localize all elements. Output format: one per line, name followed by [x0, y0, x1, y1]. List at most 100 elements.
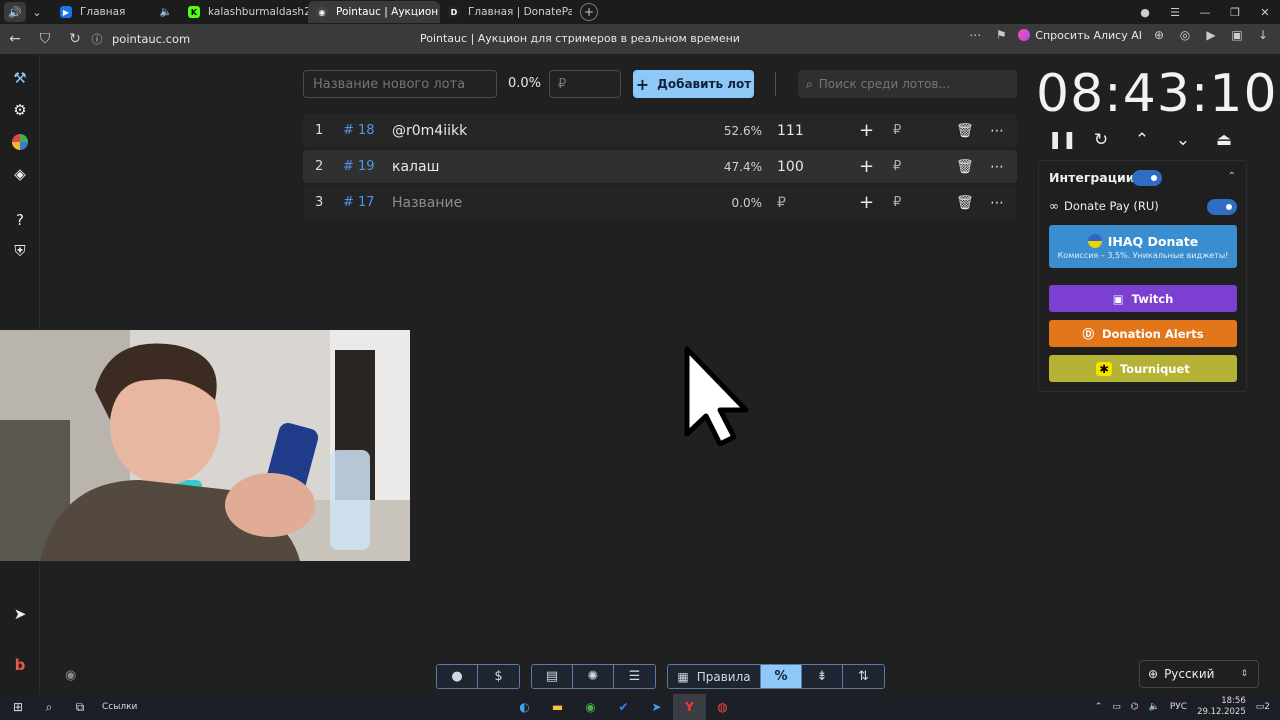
shield-icon[interactable]: ⛉ [30, 31, 60, 47]
links-toolbar[interactable]: Ссылки [98, 694, 137, 720]
reset-icon[interactable]: ↻ [1089, 130, 1113, 150]
donate-pay-toggle[interactable] [1207, 199, 1237, 215]
obs-icon[interactable]: ◍ [706, 694, 739, 720]
sort-icon[interactable]: ⇅ [843, 665, 884, 688]
media-icon[interactable]: ▶ [1202, 28, 1220, 42]
network-icon[interactable]: ⌬ [1131, 702, 1139, 712]
ask-alice-button[interactable]: Спросить Алису AI [1018, 29, 1142, 42]
subtract-time-chevron-down-icon[interactable]: ⌄ [1171, 130, 1195, 150]
boosty-icon[interactable]: b [10, 655, 30, 675]
new-lot-name-input[interactable] [303, 70, 497, 98]
restore-icon[interactable]: ❐ [1220, 6, 1250, 19]
bookmark-icon[interactable]: ⚑ [992, 28, 1010, 42]
layers-icon[interactable]: ◈ [10, 164, 30, 184]
bell-icon[interactable]: ☰ [1160, 6, 1190, 19]
add-amount-plus-icon[interactable]: + [859, 120, 874, 141]
url-text[interactable]: pointauc.com [112, 32, 190, 46]
collections-icon[interactable]: ▣ [1228, 28, 1246, 42]
tray-chevron-icon[interactable]: ⌃ [1095, 702, 1103, 712]
more-options-icon[interactable]: ⋯ [990, 159, 1004, 175]
add-lot-button[interactable]: + Добавить лот [633, 70, 754, 98]
profile-avatar-icon[interactable]: ● [1130, 6, 1160, 19]
pause-icon[interactable]: ❚❚ [1048, 130, 1077, 150]
todo-icon[interactable]: ✔ [607, 694, 640, 720]
tray-app-icon[interactable]: ▭ [1112, 702, 1121, 712]
lot-amount[interactable]: ₽ [777, 195, 786, 211]
file-explorer-icon[interactable]: ▬ [541, 694, 574, 720]
rules-button[interactable]: ▦ Правила [668, 665, 761, 688]
compact-view-icon[interactable]: ⇟ [802, 665, 843, 688]
edge-icon[interactable]: ◐ [508, 694, 541, 720]
add-amount-plus-icon[interactable]: + [859, 192, 874, 213]
ruble-input-icon[interactable]: ₽ [893, 123, 901, 138]
close-window-icon[interactable]: ✕ [1250, 6, 1280, 19]
integrations-toggle[interactable] [1132, 170, 1162, 186]
globe-extension-icon[interactable]: ⊕ [1150, 28, 1168, 42]
more-options-icon[interactable]: ⋯ [990, 123, 1004, 139]
ihaq-donate-button[interactable]: IHAQ Donate Комиссия – 3,5%. Уникальные … [1049, 225, 1237, 268]
donation-alerts-button[interactable]: Ⓓ Donation Alerts [1049, 320, 1237, 347]
ruble-input-icon[interactable]: ₽ [893, 159, 901, 174]
extension-icon[interactable]: ◎ [1176, 28, 1194, 42]
lot-id[interactable]: # 17 [343, 195, 375, 210]
lot-id[interactable]: # 19 [343, 159, 375, 174]
lot-id[interactable]: # 18 [343, 123, 375, 138]
tab-pointauc[interactable]: ◉ Pointauc | Аукцион для ✕ [308, 1, 440, 23]
wheel-icon[interactable] [10, 132, 30, 152]
back-icon[interactable]: ← [0, 31, 30, 47]
settings-gear-icon[interactable]: ⚙ [10, 100, 30, 120]
minimize-icon[interactable]: — [1190, 6, 1220, 19]
reload-icon[interactable]: ↻ [60, 31, 90, 47]
downloads-icon[interactable]: ↓ [1254, 28, 1272, 42]
clear-list-icon[interactable]: ☰ [614, 665, 655, 688]
search-input[interactable] [818, 77, 999, 91]
trash-icon[interactable]: 🗑 [956, 159, 974, 175]
windows-start-icon[interactable]: ⊞ [0, 694, 36, 720]
donate-dollar-icon[interactable]: $ [478, 665, 519, 688]
github-icon[interactable]: ● [437, 665, 478, 688]
volume-icon[interactable]: 🔈 [1149, 702, 1160, 712]
taskbar-search-icon[interactable]: ⌕ [36, 694, 62, 720]
yandex-browser-icon[interactable]: Y [673, 694, 706, 720]
add-amount-plus-icon[interactable]: + [859, 156, 874, 177]
ruble-input-icon[interactable]: ₽ [893, 195, 901, 210]
language-select[interactable]: ⊕ Русский ⇕ [1139, 660, 1259, 688]
task-view-icon[interactable]: ⧉ [62, 694, 98, 720]
add-time-chevron-up-icon[interactable]: ⌃ [1130, 130, 1154, 150]
twitch-button[interactable]: ▣ Twitch [1049, 285, 1237, 312]
tourniquet-button[interactable]: ✱ Tourniquet [1049, 355, 1237, 382]
tabs-menu-chevron-icon[interactable]: ⌄ [26, 2, 48, 22]
shield-check-icon[interactable]: ⛨ [10, 241, 30, 261]
lot-row[interactable]: 2 # 19 калаш 47.4% 100 + ₽ 🗑 ⋯ [303, 150, 1017, 183]
input-language[interactable]: РУС [1170, 702, 1187, 712]
trash-icon[interactable]: 🗑 [956, 123, 974, 139]
tab-audio-icon[interactable]: 🔈 [160, 7, 172, 18]
telegram-icon[interactable]: ➤ [10, 604, 30, 624]
double-chevron-up-icon[interactable]: ⏏ [1212, 130, 1236, 150]
telegram-taskbar-icon[interactable]: ➤ [640, 694, 673, 720]
save-icon[interactable]: ▤ [532, 665, 573, 688]
notifications-icon[interactable]: ▭2 [1256, 702, 1270, 712]
tab-kick[interactable]: K kalashburmaldash228 Stre [180, 1, 308, 23]
lot-name[interactable]: Название [392, 195, 462, 211]
new-lot-amount-input[interactable] [549, 70, 621, 98]
lot-name[interactable]: @r0m4iikk [392, 123, 467, 139]
lot-search[interactable]: ⌕ [798, 70, 1017, 98]
collapse-chevron-icon[interactable]: ⌃ [1228, 171, 1236, 182]
more-options-icon[interactable]: ⋯ [990, 195, 1004, 211]
clock[interactable]: 18:56 29.12.2025 [1197, 696, 1246, 718]
help-icon[interactable]: ? [10, 210, 30, 230]
tab-donatepay[interactable]: D Главная | DonatePay [440, 1, 572, 23]
lot-name[interactable]: калаш [392, 159, 439, 175]
auction-hammer-icon[interactable]: ⚒ [10, 68, 30, 88]
tab-main[interactable]: ▶ Главная 🔈 [48, 1, 180, 23]
more-menu-icon[interactable]: ⋯ [966, 28, 984, 42]
chrome-icon[interactable]: ◉ [574, 694, 607, 720]
speaker-icon[interactable]: 🔊 [4, 2, 26, 22]
lot-amount[interactable]: 100 [777, 159, 804, 175]
lot-amount[interactable]: 111 [777, 123, 804, 139]
bug-icon[interactable]: ✺ [573, 665, 614, 688]
new-tab-button[interactable]: + [580, 3, 598, 21]
site-info-icon[interactable]: ⓘ [90, 31, 104, 47]
percent-toggle-icon[interactable]: % [761, 665, 802, 688]
